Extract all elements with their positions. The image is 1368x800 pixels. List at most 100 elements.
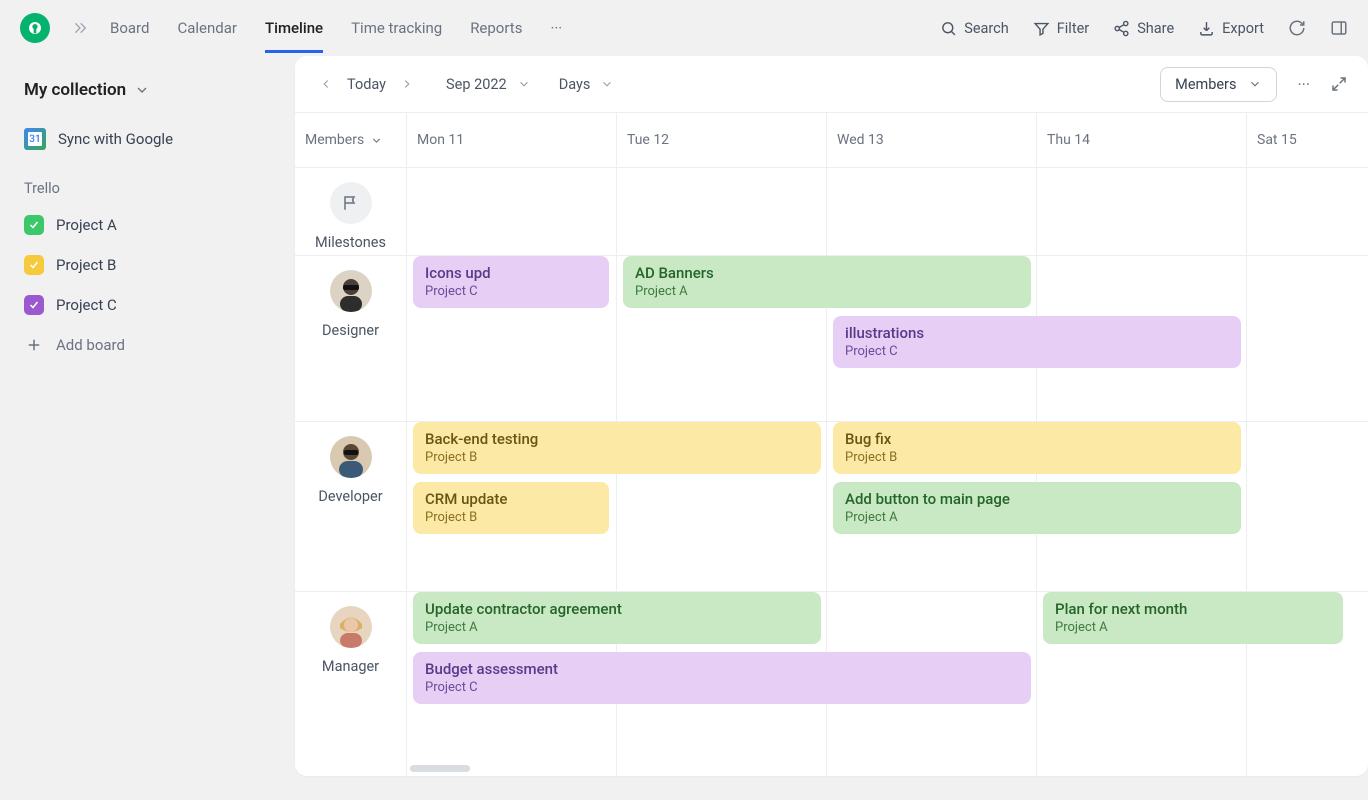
task-project: Project C <box>845 344 1229 361</box>
more-button[interactable]: ··· <box>1297 75 1310 94</box>
month-select[interactable]: Sep 2022 <box>446 76 531 93</box>
row-head-milestones: Milestones <box>295 168 407 255</box>
view-selector[interactable]: Members <box>1160 67 1277 102</box>
granularity-label: Days <box>559 76 591 93</box>
sync-label: Sync with Google <box>58 130 173 148</box>
task-title: Plan for next month <box>1055 600 1331 618</box>
tab-more[interactable]: ··· <box>550 3 562 53</box>
chevron-down-icon <box>517 77 531 91</box>
prev-button[interactable] <box>315 73 337 95</box>
day-header: Sat 15 <box>1247 113 1337 167</box>
share-button[interactable]: Share <box>1113 20 1174 37</box>
row-head-designer: Designer <box>295 256 407 421</box>
day-header: Thu 14 <box>1037 113 1247 167</box>
chevron-down-icon <box>134 82 150 98</box>
task-bar[interactable]: CRM update Project B <box>413 482 609 534</box>
checkbox-icon[interactable] <box>24 215 44 235</box>
timeline-rows: Milestones Designer <box>295 168 1368 776</box>
row-label: Manager <box>322 658 379 675</box>
export-label: Export <box>1222 20 1264 37</box>
task-bar[interactable]: Plan for next month Project A <box>1043 592 1343 644</box>
add-board-button[interactable]: Add board <box>24 335 271 355</box>
view-label: Members <box>1175 76 1236 93</box>
add-board-label: Add board <box>56 336 125 354</box>
chevron-down-icon <box>1248 77 1262 91</box>
task-project: Project A <box>845 510 1229 527</box>
export-button[interactable]: Export <box>1198 20 1264 37</box>
granularity-select[interactable]: Days <box>559 76 615 93</box>
board-label: Project C <box>56 296 117 314</box>
task-title: Bug fix <box>845 430 1229 448</box>
panel-toggle-button[interactable] <box>1330 19 1348 37</box>
avatar <box>330 606 372 648</box>
row-label: Developer <box>318 488 382 505</box>
row-developer: Developer Back-end testing Project B Bug… <box>295 422 1368 592</box>
sidebar-board-a[interactable]: Project A <box>24 215 271 235</box>
row-head-manager: Manager <box>295 592 407 776</box>
filter-button[interactable]: Filter <box>1033 20 1089 37</box>
tab-calendar[interactable]: Calendar <box>177 3 237 53</box>
nav-tabs: Board Calendar Timeline Time tracking Re… <box>110 3 562 53</box>
horizontal-scrollbar[interactable] <box>410 765 470 772</box>
sync-google[interactable]: Sync with Google <box>24 128 271 150</box>
task-bar[interactable]: illustrations Project C <box>833 316 1241 368</box>
task-bar[interactable]: Add button to main page Project A <box>833 482 1241 534</box>
task-title: Budget assessment <box>425 660 1019 678</box>
tab-timeline[interactable]: Timeline <box>265 3 323 53</box>
task-bar[interactable]: AD Banners Project A <box>623 256 1031 308</box>
sidebar-collapse-icon[interactable] <box>72 20 88 36</box>
expand-button[interactable] <box>1330 75 1348 93</box>
search-icon <box>940 20 957 37</box>
row-milestones: Milestones <box>295 168 1368 256</box>
checkbox-icon[interactable] <box>24 255 44 275</box>
task-bar[interactable]: Bug fix Project B <box>833 422 1241 474</box>
row-header-label: Members <box>305 132 364 148</box>
filter-label: Filter <box>1057 20 1089 37</box>
row-designer: Designer Icons upd Project C AD Banners … <box>295 256 1368 422</box>
collection-selector[interactable]: My collection <box>24 80 271 100</box>
search-label: Search <box>964 20 1009 37</box>
timeline-header: Members Mon 11 Tue 12 Wed 13 Thu 14 Sat … <box>295 112 1368 168</box>
day-header: Tue 12 <box>617 113 827 167</box>
search-button[interactable]: Search <box>940 20 1009 37</box>
task-bar[interactable]: Back-end testing Project B <box>413 422 821 474</box>
task-title: Back-end testing <box>425 430 809 448</box>
next-button[interactable] <box>396 73 418 95</box>
sidebar: My collection Sync with Google Trello Pr… <box>0 56 295 800</box>
board-label: Project B <box>56 256 116 274</box>
collection-title: My collection <box>24 80 126 100</box>
task-title: Icons upd <box>425 264 597 282</box>
task-title: AD Banners <box>635 264 1019 282</box>
task-project: Project C <box>425 680 1019 697</box>
today-button[interactable]: Today <box>347 76 386 93</box>
share-icon <box>1113 20 1130 37</box>
checkbox-icon[interactable] <box>24 295 44 315</box>
task-project: Project B <box>425 510 597 527</box>
sidebar-board-c[interactable]: Project C <box>24 295 271 315</box>
sidebar-board-b[interactable]: Project B <box>24 255 271 275</box>
task-project: Project B <box>425 450 809 467</box>
plus-icon <box>24 335 44 355</box>
task-bar[interactable]: Budget assessment Project C <box>413 652 1031 704</box>
tab-reports[interactable]: Reports <box>470 3 522 53</box>
task-project: Project A <box>1055 620 1331 637</box>
task-title: Add button to main page <box>845 490 1229 508</box>
expand-icon <box>1330 75 1348 93</box>
task-bar[interactable]: Update contractor agreement Project A <box>413 592 821 644</box>
day-header: Wed 13 <box>827 113 1037 167</box>
task-bar[interactable]: Icons upd Project C <box>413 256 609 308</box>
task-title: Update contractor agreement <box>425 600 809 618</box>
row-label: Milestones <box>315 234 386 251</box>
app-logo[interactable] <box>20 13 50 43</box>
share-label: Share <box>1137 20 1174 37</box>
topbar: Board Calendar Timeline Time tracking Re… <box>0 0 1368 56</box>
tab-board[interactable]: Board <box>110 3 149 53</box>
filter-icon <box>1033 20 1050 37</box>
tab-timetracking[interactable]: Time tracking <box>351 3 442 53</box>
month-label: Sep 2022 <box>446 76 507 93</box>
row-header-selector[interactable]: Members <box>295 113 407 167</box>
refresh-button[interactable] <box>1288 19 1306 37</box>
task-title: illustrations <box>845 324 1229 342</box>
avatar <box>330 270 372 312</box>
row-label: Designer <box>322 322 379 339</box>
